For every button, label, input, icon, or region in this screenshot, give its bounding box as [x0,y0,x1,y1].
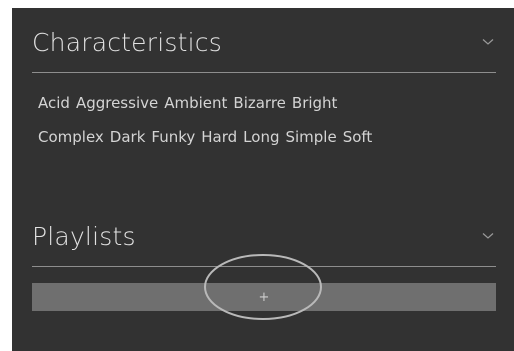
tag-complex[interactable]: Complex [38,126,104,148]
characteristics-header[interactable]: Characteristics [32,20,496,64]
add-playlist-button[interactable]: + [32,283,496,311]
characteristics-tag-list: Acid Aggressive Ambient Bizarre Bright C… [38,92,498,148]
characteristics-divider [32,72,496,73]
tag-aggressive[interactable]: Aggressive [76,92,158,114]
chevron-down-icon[interactable] [480,228,496,244]
tag-bright[interactable]: Bright [292,92,338,114]
chevron-down-icon[interactable] [480,34,496,50]
tag-dark[interactable]: Dark [110,126,146,148]
tag-bizarre[interactable]: Bizarre [233,92,286,114]
browser-panel: Characteristics Acid Aggressive Ambient … [12,8,514,351]
tag-long[interactable]: Long [243,126,279,148]
plus-icon: + [258,289,270,305]
tag-acid[interactable]: Acid [38,92,70,114]
tag-ambient[interactable]: Ambient [164,92,227,114]
playlists-divider [32,266,496,267]
tag-simple[interactable]: Simple [285,126,336,148]
tag-funky[interactable]: Funky [151,126,195,148]
tag-soft[interactable]: Soft [343,126,373,148]
characteristics-title: Characteristics [32,27,222,57]
playlists-header[interactable]: Playlists [32,214,496,258]
tag-hard[interactable]: Hard [201,126,237,148]
playlists-title: Playlists [32,221,136,251]
